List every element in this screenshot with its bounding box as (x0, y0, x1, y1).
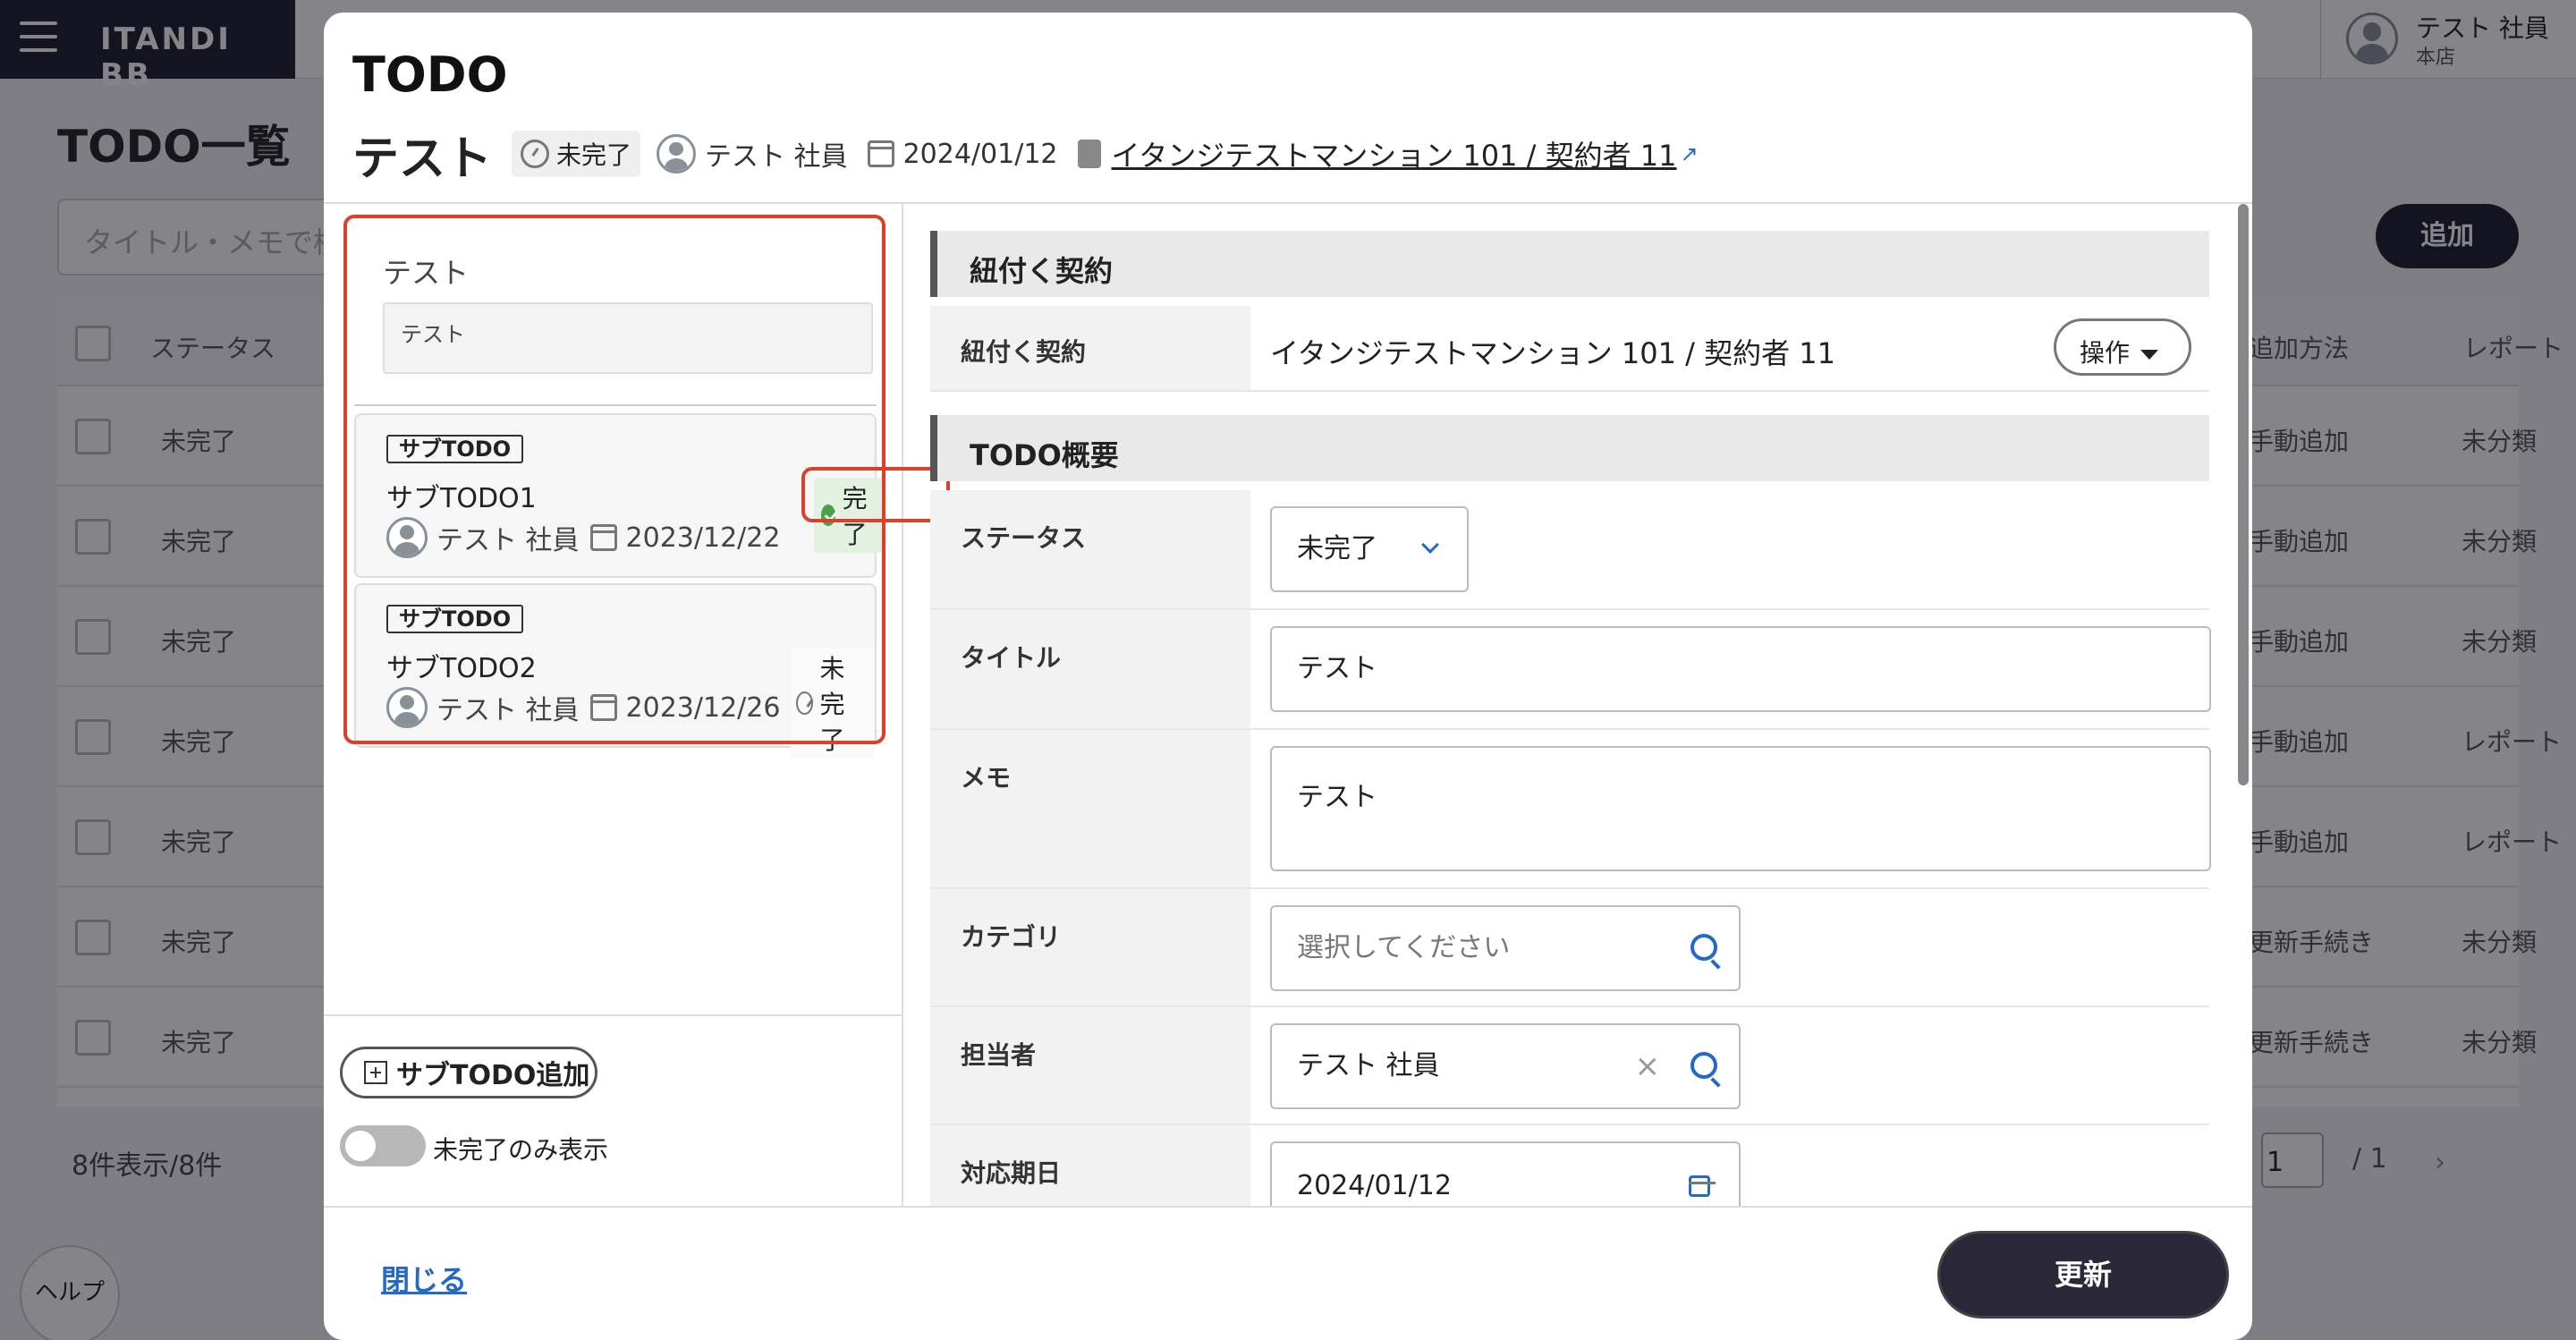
status-row: ステータス 未完了 (930, 490, 2209, 610)
status-select[interactable]: 未完了 (1270, 506, 1469, 592)
category-placeholder: 選択してください (1297, 932, 1511, 963)
contract-value: イタンジテストマンション 101 / 契約者 11 (1270, 336, 1835, 370)
due-label: 対応期日 (930, 1125, 1250, 1206)
todo-title: テスト (352, 131, 493, 186)
assignee-name: テスト 社員 (705, 141, 848, 173)
assignee-row: 担当者 テスト 社員 × (930, 1007, 2209, 1125)
contract-row: 紐付く契約 イタンジテストマンション 101 / 契約者 11 操作 (930, 306, 2209, 392)
due-date-value: 2024/01/12 (1297, 1170, 1452, 1201)
add-subtodo-label: サブTODO追加 (396, 1060, 590, 1091)
status-select-value: 未完了 (1297, 533, 1377, 564)
due-row: 対応期日 2024/01/12 (930, 1125, 2209, 1206)
category-row: カテゴリ 選択してください (930, 889, 2209, 1007)
external-link-icon[interactable]: ↗ (1681, 141, 1699, 166)
assignee-input[interactable]: テスト 社員 × (1270, 1023, 1741, 1109)
todo-detail-panel: 紐付く契約 紐付く契約 イタンジテストマンション 101 / 契約者 11 操作… (905, 204, 2252, 1206)
chevron-down-icon (1421, 536, 1439, 554)
scrollbar[interactable] (2238, 204, 2249, 785)
update-button[interactable]: 更新 (1937, 1231, 2229, 1319)
title-input[interactable]: テスト (1270, 626, 2211, 712)
calendar-icon (867, 140, 894, 167)
section-overview: TODO概要 (930, 415, 2209, 481)
memo-textarea[interactable]: テスト (1270, 746, 2211, 871)
contract-link[interactable]: イタンジテストマンション 101 / 契約者 11 (1112, 133, 1677, 174)
search-icon[interactable] (1690, 1052, 1717, 1079)
clock-icon (521, 140, 550, 168)
panel-divider (324, 1014, 902, 1016)
assignee-label: 担当者 (930, 1007, 1250, 1124)
toggle-label: 未完了のみ表示 (433, 1135, 609, 1165)
plus-box-icon (364, 1061, 387, 1084)
section-contract: 紐付く契約 (930, 231, 2209, 297)
category-input[interactable]: 選択してください (1270, 905, 1741, 991)
add-subtodo-button[interactable]: サブTODO追加 (340, 1047, 597, 1098)
contract-doc-icon (1077, 140, 1101, 168)
search-icon[interactable] (1690, 934, 1717, 961)
status-text: 未完了 (556, 140, 632, 170)
caret-down-icon (2140, 349, 2159, 360)
close-link[interactable]: 閉じる (381, 1258, 467, 1299)
assignee-value: テスト 社員 (1297, 1050, 1440, 1081)
contract-label: 紐付く契約 (930, 306, 1250, 390)
clear-icon[interactable]: × (1635, 1025, 1661, 1107)
incomplete-only-toggle[interactable] (340, 1125, 426, 1166)
due-date: 2024/01/12 (902, 138, 1058, 170)
assignee-avatar-icon (657, 134, 697, 174)
highlight-outline (343, 215, 886, 744)
status-badge: 未完了 (512, 131, 641, 177)
operation-button[interactable]: 操作 (2054, 318, 2191, 376)
due-date-input[interactable]: 2024/01/12 (1270, 1141, 1741, 1206)
category-label: カテゴリ (930, 889, 1250, 1005)
todo-tree-panel: テスト テスト サブTODO サブTODO1 完了 テスト 社員 2023/12/… (324, 204, 950, 1206)
operation-label: 操作 (2080, 338, 2131, 368)
footer-divider (324, 1206, 2252, 1208)
memo-label: メモ (930, 730, 1250, 887)
calendar-icon[interactable] (1689, 1175, 1716, 1197)
todo-modal: TODO × テスト 未完了 テスト 社員 2024/01/12 イタンジテスト… (324, 13, 2252, 1340)
status-label: ステータス (930, 490, 1250, 608)
memo-row: メモ テスト (930, 730, 2211, 889)
title-label: タイトル (930, 610, 1250, 728)
todo-header: テスト 未完了 テスト 社員 2024/01/12 イタンジテストマンション 1… (352, 127, 1699, 186)
modal-title: TODO (352, 47, 508, 103)
title-row: タイトル テスト (930, 610, 2211, 730)
